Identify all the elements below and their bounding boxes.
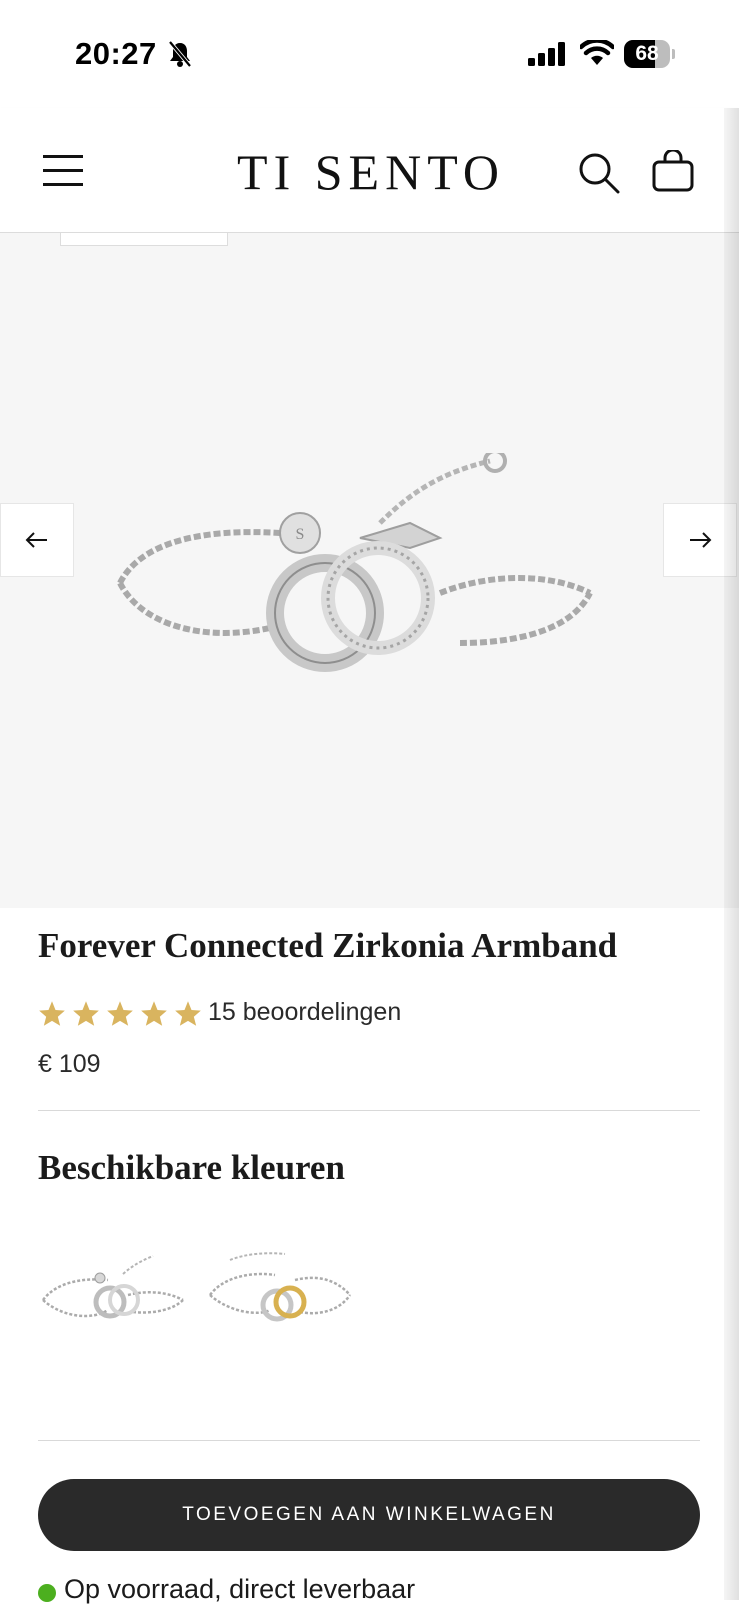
product-title: Forever Connected Zirkonia Armband: [38, 926, 618, 965]
product-price: € 109: [38, 1050, 101, 1078]
rating-stars[interactable]: [38, 1000, 202, 1027]
stock-status-dot: [38, 1584, 56, 1602]
star-icon: [107, 1001, 133, 1026]
add-to-cart-button[interactable]: TOEVOEGEN AAN WINKELWAGEN: [38, 1479, 700, 1551]
shopping-bag-icon[interactable]: [652, 148, 694, 197]
search-icon[interactable]: [578, 152, 620, 199]
battery-level: 68: [635, 42, 659, 65]
hamburger-menu-icon[interactable]: [43, 155, 85, 187]
star-icon: [39, 1001, 65, 1026]
star-icon: [175, 1001, 201, 1026]
product-image: S: [110, 449, 610, 698]
stock-status-text: Op voorraad, direct leverbaar: [64, 1574, 416, 1604]
arrow-left-icon[interactable]: [0, 503, 74, 577]
cellular-signal-icon: [528, 42, 566, 71]
review-count-link[interactable]: 15 beoordelingen: [208, 998, 401, 1027]
brand-logo[interactable]: TI SENTO: [226, 146, 516, 198]
star-icon: [141, 1001, 167, 1026]
bell-slash-icon: [168, 40, 192, 73]
divider: [38, 1440, 700, 1441]
divider: [38, 1110, 700, 1111]
gallery-badge: [60, 233, 228, 246]
wifi-icon: [578, 38, 616, 71]
page-edge-shadow: [724, 108, 739, 1600]
colors-heading: Beschikbare kleuren: [38, 1148, 345, 1187]
product-gallery[interactable]: S: [0, 233, 739, 908]
color-swatch-silver-gold[interactable]: [205, 1250, 355, 1340]
status-bar: 20:27 68: [0, 0, 739, 108]
svg-text:S: S: [296, 526, 305, 543]
color-swatch-silver[interactable]: [38, 1250, 188, 1340]
status-time: 20:27: [75, 36, 157, 71]
star-icon: [73, 1001, 99, 1026]
battery-icon: 68: [624, 40, 676, 68]
site-header: TI SENTO: [0, 108, 739, 233]
